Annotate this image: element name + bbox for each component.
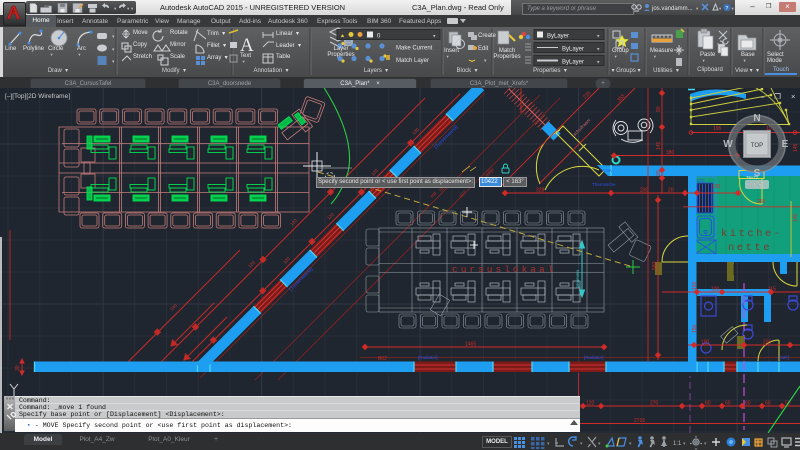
svg-text:60: 60 <box>765 401 771 407</box>
svg-text:nette: nette <box>728 242 772 254</box>
svg-text:N: N <box>753 113 760 124</box>
svg-text:130: 130 <box>712 184 721 190</box>
svg-text:▾: ▾ <box>732 6 735 11</box>
svg-text:▾: ▾ <box>683 441 686 447</box>
svg-text:ByLayer: ByLayer <box>562 47 584 53</box>
svg-text:560: 560 <box>652 261 658 270</box>
svg-text:Create: Create <box>478 33 497 39</box>
svg-text:Match Layer: Match Layer <box>396 58 429 64</box>
svg-text:▾: ▾ <box>112 34 115 40</box>
svg-text:Make Current: Make Current <box>396 46 433 52</box>
svg-text:140: 140 <box>793 213 799 222</box>
svg-text:60: 60 <box>725 401 731 407</box>
svg-text:B02: B02 <box>378 356 387 362</box>
svg-text:TOP: TOP <box>751 143 763 149</box>
svg-text:ByLayer: ByLayer <box>562 60 584 66</box>
svg-text:195: 195 <box>713 126 722 132</box>
svg-text:[Radiator]: [Radiator] <box>418 355 438 360</box>
svg-text:▾: ▾ <box>112 47 115 53</box>
svg-text:380: 380 <box>666 150 675 156</box>
svg-text:▾: ▾ <box>112 59 115 65</box>
svg-text:150: 150 <box>692 281 698 290</box>
svg-text:100: 100 <box>701 340 710 346</box>
svg-text:WCS: WCS <box>748 183 762 189</box>
svg-text:145: 145 <box>656 141 662 150</box>
svg-text:360: 360 <box>757 199 766 205</box>
svg-text:1:1: 1:1 <box>673 441 682 447</box>
svg-text:S: S <box>754 168 761 179</box>
svg-text:1465: 1465 <box>465 342 476 348</box>
svg-text:270: 270 <box>650 401 659 407</box>
svg-text:20: 20 <box>656 170 662 176</box>
svg-text:▾: ▾ <box>127 6 130 11</box>
svg-text:2716: 2716 <box>634 418 645 424</box>
svg-text:[Radiator]: [Radiator] <box>584 355 604 360</box>
svg-text:kitche-: kitche- <box>721 228 783 240</box>
svg-text:60: 60 <box>745 401 751 407</box>
svg-text:ByLayer: ByLayer <box>547 34 569 40</box>
svg-text:C3A: C3A <box>603 168 612 173</box>
svg-text:▾: ▾ <box>484 58 487 64</box>
svg-text:▾: ▾ <box>696 6 699 11</box>
svg-text:100: 100 <box>711 287 720 293</box>
svg-text:20: 20 <box>668 188 674 194</box>
svg-text:60x20: 60x20 <box>732 264 737 276</box>
svg-text:▾: ▾ <box>547 441 550 447</box>
svg-text:▾: ▾ <box>114 6 117 11</box>
svg-text:?: ? <box>725 6 728 12</box>
svg-text:120: 120 <box>586 401 595 407</box>
svg-text:▾: ▾ <box>131 6 134 11</box>
svg-text:geweven: geweven <box>575 269 580 288</box>
svg-text:328: 328 <box>536 188 545 194</box>
svg-text:▾: ▾ <box>598 441 601 447</box>
svg-text:W: W <box>723 139 733 150</box>
svg-text:E: E <box>782 139 789 150</box>
svg-text:Edit: Edit <box>478 46 489 52</box>
svg-text:30: 30 <box>15 365 21 371</box>
svg-text:▾: ▾ <box>704 441 707 447</box>
svg-text:cursuslokaal: cursuslokaal <box>452 264 556 275</box>
svg-text:60: 60 <box>705 401 711 407</box>
svg-text:520: 520 <box>697 178 705 183</box>
svg-text:235: 235 <box>763 340 772 346</box>
svg-text:230: 230 <box>640 188 649 194</box>
svg-text:[520]: [520] <box>779 355 789 360</box>
svg-text:jos.vandamm...: jos.vandamm... <box>651 6 693 12</box>
svg-text:▾: ▾ <box>629 441 632 447</box>
svg-text:Thermische: Thermische <box>592 182 616 187</box>
svg-text:90: 90 <box>656 106 662 112</box>
svg-text:150: 150 <box>692 324 698 333</box>
svg-text:115: 115 <box>768 287 776 293</box>
svg-text:145: 145 <box>793 143 799 152</box>
svg-text:▾: ▾ <box>719 6 722 11</box>
svg-text:▾: ▾ <box>580 441 583 447</box>
